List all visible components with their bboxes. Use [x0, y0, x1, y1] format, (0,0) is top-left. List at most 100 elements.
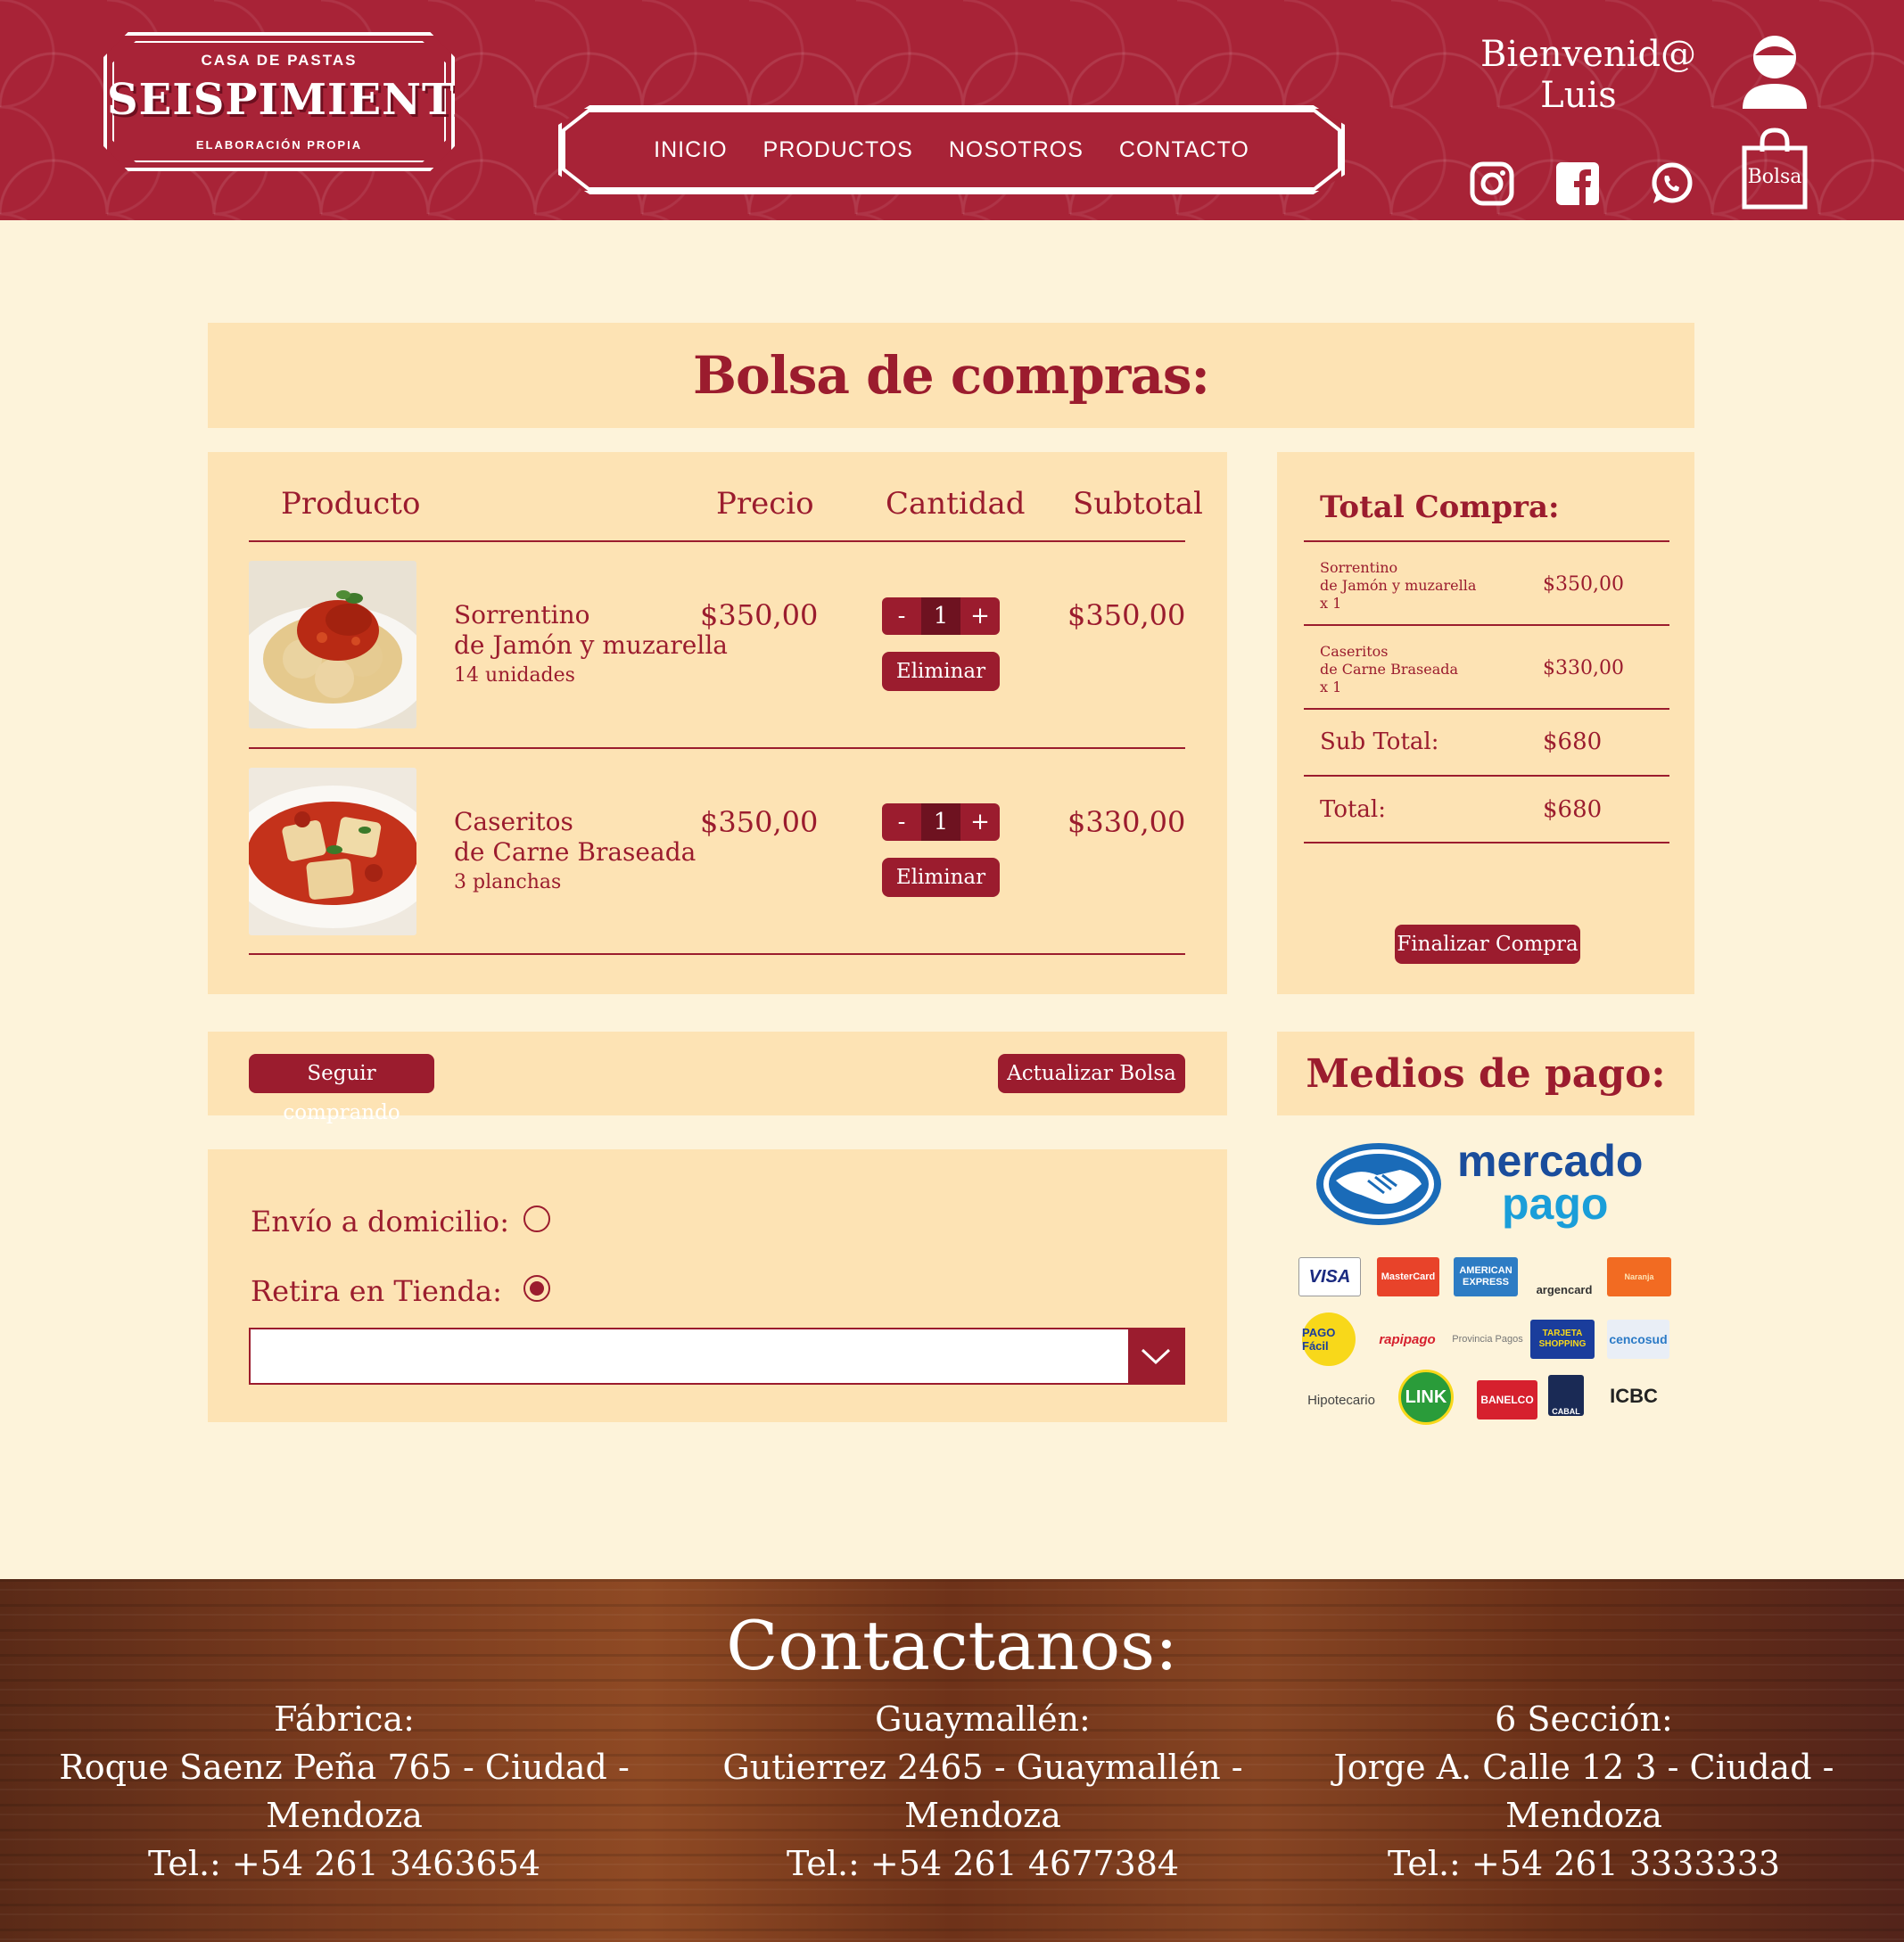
payment-methods-title: Medios de pago:: [1306, 1050, 1666, 1097]
header-price: Precio: [716, 486, 814, 522]
card-banelco: BANELCO: [1477, 1380, 1537, 1419]
update-cart-button[interactable]: Actualizar Bolsa: [998, 1054, 1185, 1093]
summary-item-1: Sorrentino de Jamón y muzarella x 1: [1320, 559, 1476, 613]
increase-button-2[interactable]: +: [960, 809, 1000, 835]
card-link: LINK: [1398, 1370, 1454, 1425]
order-summary: Total Compra: Sorrentino de Jamón y muza…: [1277, 452, 1694, 994]
product-price-1: $350,00: [700, 598, 819, 632]
location-guaymallen-name: Guaymallén:: [875, 1699, 1091, 1739]
location-guaymallen: Guaymallén: Gutierrez 2465 - Guaymallén …: [671, 1695, 1295, 1888]
summary-item-1-line1: Sorrentino: [1320, 559, 1398, 576]
footer-title: Contactanos:: [726, 1606, 1178, 1685]
location-6-seccion-phone[interactable]: Tel.: +54 261 3333333: [1272, 1839, 1896, 1888]
mercado-pago-logo: mercado pago: [1315, 1136, 1662, 1229]
card-provincia-pagos: Provincia Pagos: [1452, 1334, 1523, 1345]
location-fabrica-name: Fábrica:: [274, 1699, 415, 1739]
location-fabrica-phone[interactable]: Tel.: +54 261 3463654: [32, 1839, 656, 1888]
shipping-options: Envío a domicilio: Retira en Tienda:: [208, 1149, 1227, 1422]
store-select-toggle[interactable]: [1128, 1329, 1183, 1383]
handshake-icon: [1316, 1143, 1441, 1225]
page-title: Bolsa de compras:: [693, 345, 1210, 406]
brand-logo[interactable]: CASA DE PASTAS SEISPIMIENTAS ELABORACIÓN…: [103, 32, 455, 171]
store-pickup-label: Retira en Tienda:: [251, 1274, 502, 1308]
product-detail-1: 14 unidades: [454, 664, 575, 687]
instagram-icon[interactable]: [1469, 160, 1515, 207]
bag-label[interactable]: Bolsa: [1741, 166, 1809, 188]
product-image-caseritos[interactable]: [249, 768, 416, 935]
card-icbc: ICBC: [1610, 1385, 1658, 1407]
store-pickup-radio[interactable]: [523, 1275, 550, 1302]
summary-item-2-line1: Caseritos: [1320, 643, 1389, 660]
card-hipotecario: Hipotecario: [1307, 1392, 1375, 1408]
summary-rule-3: [1304, 775, 1669, 777]
mp-text-line2: pago: [1502, 1179, 1609, 1229]
location-guaymallen-address: Gutierrez 2465 - Guaymallén - Mendoza: [722, 1748, 1243, 1835]
payment-methods-title-bar: Medios de pago:: [1277, 1032, 1694, 1115]
product-name-1-line1: Sorrentino: [454, 600, 590, 630]
store-select[interactable]: [249, 1328, 1185, 1385]
facebook-icon[interactable]: [1554, 160, 1601, 207]
nav-nosotros[interactable]: NOSOTROS: [949, 137, 1084, 163]
continue-shopping-button[interactable]: Seguir comprando: [249, 1054, 434, 1124]
summary-rule-1: [1304, 624, 1669, 626]
quantity-stepper-2: - 1 +: [882, 803, 1000, 841]
summary-rule-4: [1304, 842, 1669, 843]
location-guaymallen-phone[interactable]: Tel.: +54 261 4677384: [671, 1839, 1295, 1888]
summary-title: Total Compra:: [1320, 490, 1560, 525]
card-amex: AMERICAN EXPRESS: [1454, 1257, 1518, 1296]
card-argencard: argencard: [1536, 1283, 1593, 1296]
header-product: Producto: [281, 486, 421, 522]
quantity-value-1[interactable]: 1: [921, 597, 960, 635]
nav-productos[interactable]: PRODUCTOS: [763, 137, 913, 163]
card-rapipago: rapipago: [1379, 1331, 1436, 1347]
product-name-1-line2: de Jamón y muzarella: [454, 630, 728, 660]
header-quantity: Cantidad: [886, 486, 1026, 522]
summary-rule-top: [1304, 540, 1669, 542]
product-name-2-line1: Caseritos: [454, 807, 573, 836]
user-icon[interactable]: [1739, 32, 1810, 109]
summary-item-2-line2: de Carne Braseada: [1320, 661, 1459, 678]
cart-actions: Seguir comprando Actualizar Bolsa: [208, 1032, 1227, 1124]
product-name-2: Caseritos de Carne Braseada 3 planchas: [454, 807, 696, 898]
decrease-button-2[interactable]: -: [882, 809, 921, 835]
whatsapp-icon[interactable]: [1648, 160, 1694, 207]
site-header: CASA DE PASTAS SEISPIMIENTAS ELABORACIÓN…: [0, 0, 1904, 220]
increase-button-1[interactable]: +: [960, 603, 1000, 630]
nav-inicio[interactable]: INICIO: [654, 137, 727, 163]
home-delivery-radio[interactable]: [523, 1206, 550, 1232]
card-mastercard: MasterCard: [1377, 1257, 1439, 1296]
home-delivery-label: Envío a domicilio:: [251, 1205, 509, 1238]
remove-button-2[interactable]: Eliminar: [882, 858, 1000, 897]
product-image-sorrentino[interactable]: [249, 561, 416, 728]
total-value: $680: [1543, 796, 1603, 823]
subtotal-value: $680: [1543, 728, 1603, 755]
location-fabrica: Fábrica: Roque Saenz Peña 765 - Ciudad -…: [32, 1695, 656, 1888]
location-6-seccion-address: Jorge A. Calle 12 3 - Ciudad - Mendoza: [1333, 1748, 1834, 1835]
logo-tagline-top: CASA DE PASTAS: [201, 52, 358, 69]
nav-contacto[interactable]: CONTACTO: [1119, 137, 1249, 163]
row-divider-2: [249, 953, 1185, 955]
card-tarjeta-shopping: TARJETA SHOPPING: [1530, 1320, 1595, 1359]
mp-text-line1: mercado: [1457, 1136, 1644, 1186]
cart-table: Producto Precio Cantidad Subtotal Sorren…: [208, 452, 1227, 994]
card-visa: VISA: [1298, 1257, 1361, 1296]
welcome-text: Bienvenid@ Luis: [1480, 34, 1697, 116]
checkout-button[interactable]: Finalizar Compra: [1395, 925, 1580, 964]
product-subtotal-2: $330,00: [1067, 805, 1186, 839]
card-naranja: Naranja: [1607, 1257, 1671, 1296]
quantity-stepper-1: - 1 +: [882, 597, 1000, 635]
main-nav: INICIO PRODUCTOS NOSOTROS CONTACTO: [558, 105, 1345, 194]
decrease-button-1[interactable]: -: [882, 603, 921, 630]
summary-item-2: Caseritos de Carne Braseada x 1: [1320, 643, 1458, 696]
welcome-greeting: Bienvenid@: [1480, 34, 1697, 75]
product-name-2-line2: de Carne Braseada: [454, 837, 696, 867]
remove-button-1[interactable]: Eliminar: [882, 652, 1000, 691]
product-name-1: Sorrentino de Jamón y muzarella 14 unida…: [454, 600, 728, 691]
product-subtotal-1: $350,00: [1067, 598, 1186, 632]
location-6-seccion-name: 6 Sección:: [1495, 1699, 1673, 1739]
subtotal-label: Sub Total:: [1320, 728, 1439, 755]
product-detail-2: 3 planchas: [454, 871, 562, 893]
chevron-down-icon: [1141, 1348, 1171, 1365]
quantity-value-2[interactable]: 1: [921, 803, 960, 841]
row-divider-1: [249, 747, 1185, 749]
